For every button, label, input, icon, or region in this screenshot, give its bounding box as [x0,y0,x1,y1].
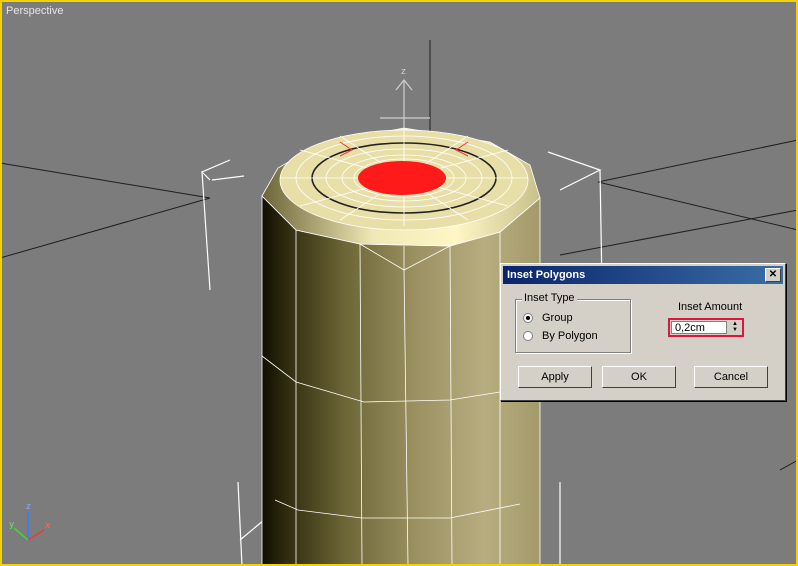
spinner-arrows-icon[interactable]: ▲ ▼ [729,321,741,334]
inset-polygons-dialog: Inset Polygons ✕ Inset Type Group By Pol… [500,263,786,401]
selected-face [358,161,446,195]
inset-amount-input[interactable]: 0,2cm [671,321,727,334]
tripod-y-label: y [9,520,15,530]
radio-group[interactable]: Group [523,312,573,324]
inset-type-group: Inset Type Group By Polygon [515,292,631,353]
radio-by-polygon[interactable]: By Polygon [523,330,598,342]
dialog-title: Inset Polygons [507,269,586,281]
inset-type-label: Inset Type [522,292,577,304]
dialog-titlebar[interactable]: Inset Polygons ✕ [503,266,783,284]
cancel-button[interactable]: Cancel [694,366,768,388]
radio-group-label: Group [542,312,573,324]
radio-by-polygon-label: By Polygon [542,330,598,342]
inset-amount-label: Inset Amount [678,301,743,313]
apply-button[interactable]: Apply [518,366,592,388]
transform-gizmo [380,79,430,128]
close-icon[interactable]: ✕ [765,268,781,282]
gizmo-z-label: z [401,67,406,77]
axis-tripod-icon: z x y [9,502,51,541]
viewport-label[interactable]: Perspective [6,5,63,17]
tripod-z-label: z [26,502,31,512]
inset-amount-spinner[interactable]: 0,2cm ▲ ▼ [668,318,744,337]
radio-by-polygon-icon[interactable] [523,331,533,341]
radio-group-icon[interactable] [523,313,533,323]
ok-button[interactable]: OK [602,366,676,388]
tripod-x-label: x [45,521,51,531]
